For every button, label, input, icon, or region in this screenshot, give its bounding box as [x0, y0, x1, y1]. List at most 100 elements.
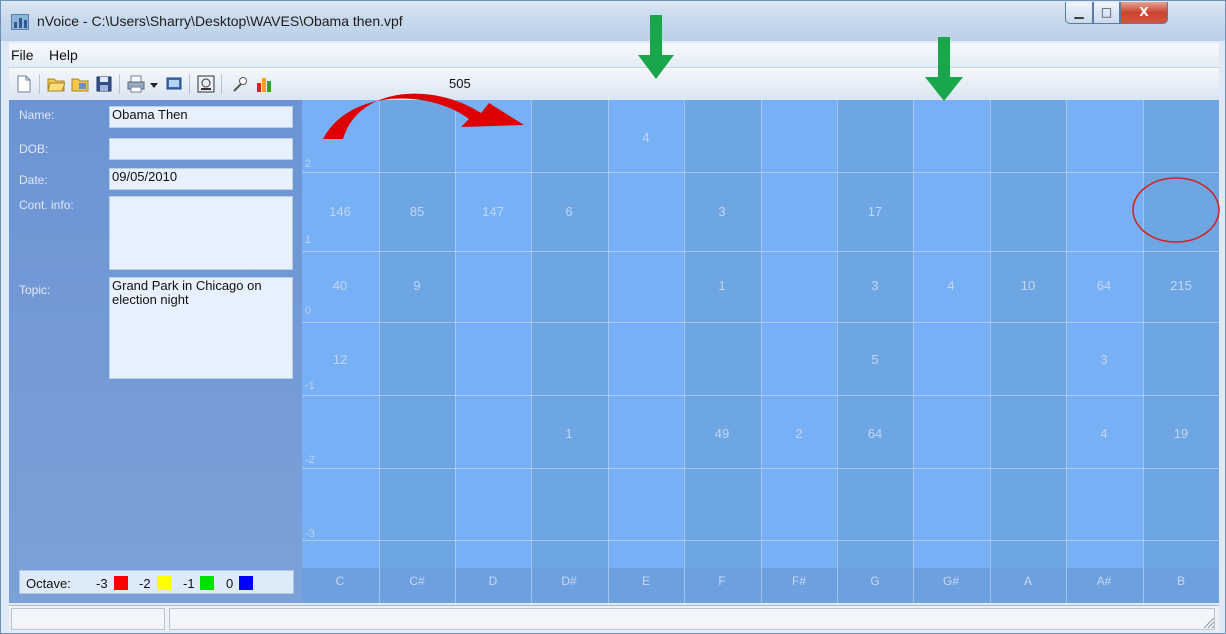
note-column: [608, 100, 684, 568]
grid-row-divider: [302, 540, 1219, 541]
note-column: [837, 100, 913, 568]
note-column: [761, 100, 837, 568]
name-label: Name:: [19, 108, 55, 122]
grid-divider: [913, 100, 914, 603]
note-label: D#: [561, 574, 577, 588]
microphone-icon[interactable]: [231, 75, 249, 93]
octave-m3-label: -3: [96, 576, 108, 591]
octave-0-label: 0: [226, 576, 234, 591]
pitch-count-cell[interactable]: 10: [990, 278, 1066, 293]
note-label: F#: [791, 574, 806, 588]
note-column: [1143, 100, 1215, 568]
pitch-count-cell[interactable]: 3: [1066, 352, 1142, 367]
note-label: A#: [1096, 574, 1112, 588]
note-label: D: [488, 574, 498, 588]
pitch-count-cell[interactable]: 3: [684, 204, 760, 219]
note-column: [684, 100, 761, 568]
sample-count: 505: [449, 76, 471, 91]
red-circle-annotation: [1132, 177, 1220, 243]
note-label: C: [335, 574, 345, 588]
grid-row-divider: [302, 251, 1219, 252]
note-column: [1066, 100, 1143, 568]
note-column: [531, 100, 608, 568]
note-column: [302, 100, 379, 568]
pitch-count-cell[interactable]: 5: [837, 352, 913, 367]
pitch-count-cell[interactable]: 49: [684, 426, 760, 441]
date-label: Date:: [19, 173, 48, 187]
octave-row-label: 0: [305, 305, 312, 317]
record-settings-icon[interactable]: [197, 75, 215, 93]
minimize-button[interactable]: ▁: [1065, 2, 1093, 24]
grid-divider: [608, 100, 609, 603]
pitch-count-cell[interactable]: 40: [302, 278, 378, 293]
note-column: [913, 100, 990, 568]
dob-field[interactable]: [109, 138, 293, 160]
note-column: [990, 100, 1066, 568]
octave-m1-swatch: [200, 576, 214, 590]
pitch-count-cell[interactable]: 147: [455, 204, 531, 219]
grid-divider: [684, 100, 685, 603]
octave-m3-swatch: [114, 576, 128, 590]
octave-label: Octave:: [26, 576, 71, 591]
pitch-grid[interactable]: C C# D D# E F F# G G# A A# B 2 1 0 -1 -2 -3 4 146 85 147 6 3 17…: [302, 100, 1219, 603]
pitch-count-cell[interactable]: 1: [684, 278, 760, 293]
pitch-count-cell[interactable]: 19: [1143, 426, 1219, 441]
chart-icon[interactable]: [255, 75, 273, 93]
pitch-count-cell[interactable]: 215: [1143, 278, 1219, 293]
octave-row-label: -1: [305, 380, 315, 392]
note-label: B: [1176, 574, 1185, 588]
topic-field[interactable]: Grand Park in Chicago on election night: [109, 277, 293, 379]
note-label: E: [641, 574, 650, 588]
pitch-count-cell[interactable]: 64: [1066, 278, 1142, 293]
topic-label: Topic:: [19, 283, 51, 297]
pitch-count-cell[interactable]: 4: [913, 278, 989, 293]
title-bar[interactable]: nVoice - C:\Users\Sharry\Desktop\WAVES\O…: [1, 1, 1225, 41]
window-title: nVoice - C:\Users\Sharry\Desktop\WAVES\O…: [37, 13, 403, 29]
contact-info-field[interactable]: [109, 196, 293, 270]
app-icon: [11, 14, 29, 30]
pitch-count-cell[interactable]: 17: [837, 204, 913, 219]
menu-file[interactable]: File: [11, 47, 34, 63]
dob-label: DOB:: [19, 142, 49, 156]
app-window: nVoice - C:\Users\Sharry\Desktop\WAVES\O…: [0, 0, 1226, 634]
pitch-count-cell[interactable]: 9: [379, 278, 455, 293]
menu-bar: File Help: [9, 43, 1219, 67]
date-field[interactable]: 09/05/2010: [109, 168, 293, 190]
pitch-count-cell[interactable]: 1: [531, 426, 607, 441]
pitch-count-cell[interactable]: 4: [608, 130, 684, 145]
name-field[interactable]: Obama Then: [109, 106, 293, 128]
pitch-count-cell[interactable]: 3: [837, 278, 913, 293]
pitch-count-cell[interactable]: 4: [1066, 426, 1142, 441]
resize-grip-icon[interactable]: [1201, 615, 1215, 629]
new-file-icon[interactable]: [15, 75, 33, 93]
print-icon[interactable]: [127, 75, 145, 93]
grid-row-divider: [302, 395, 1219, 396]
note-label: G#: [942, 574, 959, 588]
grid-row-divider: [302, 322, 1219, 323]
grid-row-divider: [302, 172, 1219, 173]
open-folder-icon[interactable]: [47, 75, 65, 93]
maximize-button[interactable]: □: [1093, 2, 1120, 24]
pitch-count-cell[interactable]: 146: [302, 204, 378, 219]
pitch-count-cell[interactable]: 12: [302, 352, 378, 367]
green-down-arrow-icon: [925, 37, 963, 101]
note-label: A: [1023, 574, 1032, 588]
contact-info-label: Cont. info:: [19, 198, 74, 212]
pitch-count-cell[interactable]: 6: [531, 204, 607, 219]
pitch-count-cell[interactable]: 64: [837, 426, 913, 441]
pitch-count-cell[interactable]: 85: [379, 204, 455, 219]
octave-m2-swatch: [157, 576, 171, 590]
save-icon[interactable]: [95, 75, 113, 93]
menu-help[interactable]: Help: [49, 47, 78, 63]
grid-divider: [379, 100, 380, 603]
grid-divider: [455, 100, 456, 603]
pitch-count-cell[interactable]: 2: [761, 426, 837, 441]
grid-divider: [761, 100, 762, 603]
close-button[interactable]: X: [1120, 2, 1168, 24]
octave-legend: Octave: -3 -2 -1 0: [19, 570, 294, 594]
status-bar: [9, 605, 1219, 631]
dropdown-arrow-icon[interactable]: [149, 75, 159, 93]
note-label: G: [870, 574, 880, 588]
open-recent-icon[interactable]: [71, 75, 89, 93]
monitor-icon[interactable]: [165, 75, 183, 93]
